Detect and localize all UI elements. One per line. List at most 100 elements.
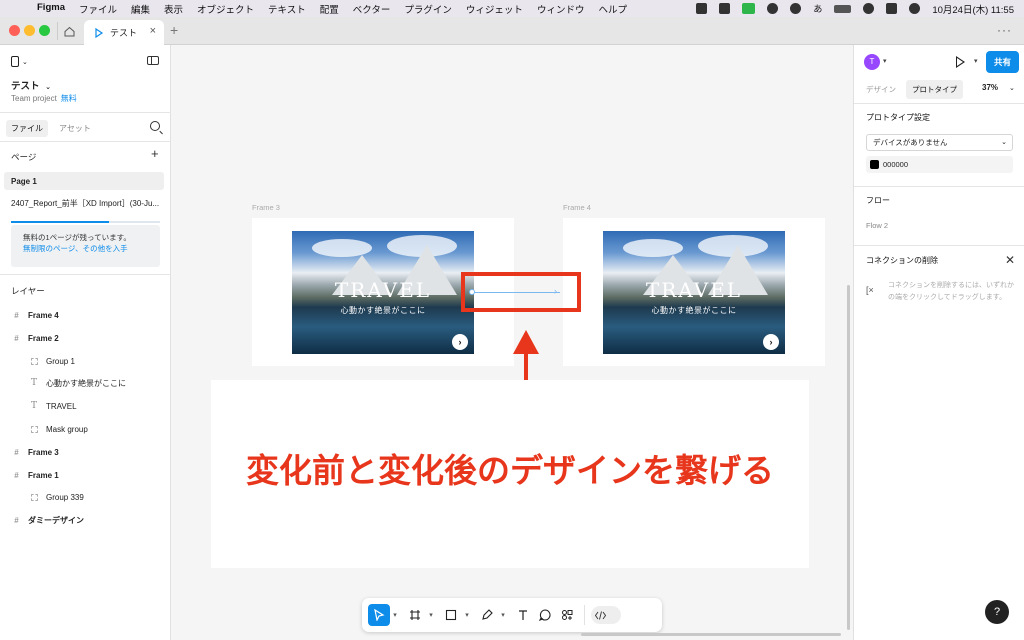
prototype-settings-heading: プロトタイプ設定 xyxy=(866,113,930,122)
share-button[interactable]: 共有 xyxy=(986,51,1019,73)
present-play-icon[interactable] xyxy=(956,56,965,68)
menu-object[interactable]: オブジェクト xyxy=(197,2,254,16)
rectangle-icon xyxy=(445,609,457,621)
file-name[interactable]: テスト ⌄ xyxy=(11,78,51,92)
tab-file[interactable]: ファイル xyxy=(6,120,48,137)
menu-vector[interactable]: ベクター xyxy=(353,2,391,16)
figma-status-icon[interactable] xyxy=(696,3,708,14)
frame-4[interactable]: TRAVEL 心動かす絶景がここに › xyxy=(563,218,825,366)
layer-row[interactable]: Mask group xyxy=(0,419,170,439)
control-center-icon[interactable] xyxy=(886,3,898,14)
wifi-icon[interactable] xyxy=(863,3,875,14)
layer-row[interactable]: T TRAVEL xyxy=(0,396,170,416)
menu-text[interactable]: テキスト xyxy=(268,2,306,16)
page-item[interactable]: Page 1 xyxy=(4,172,164,190)
shape-tool-button[interactable] xyxy=(440,604,462,626)
main-menu-button[interactable]: ⌄ xyxy=(11,56,28,67)
chevron-down-icon[interactable]: ⌄ xyxy=(1009,84,1015,92)
more-options-icon[interactable]: ··· xyxy=(997,23,1012,37)
horizontal-scrollbar[interactable] xyxy=(581,633,841,636)
canvas[interactable]: Frame 3 TRAVEL 心動かす絶景がここに › Frame 4 TRAV… xyxy=(171,45,853,640)
tab-design[interactable]: デザイン xyxy=(860,80,902,99)
flow-item[interactable]: Flow 2 xyxy=(866,221,888,230)
menu-arrange[interactable]: 配置 xyxy=(320,2,339,16)
color-swatch[interactable] xyxy=(870,160,879,169)
device-select[interactable]: デバイスがありません ⌄ xyxy=(866,134,1013,151)
minimize-window-button[interactable] xyxy=(24,25,35,36)
chevron-down-icon[interactable]: ▾ xyxy=(390,611,400,619)
background-color-field[interactable]: 000000 xyxy=(866,156,1013,173)
ime-indicator[interactable]: あ xyxy=(813,2,822,15)
siri-icon[interactable] xyxy=(909,3,921,14)
close-icon[interactable]: ✕ xyxy=(1005,253,1015,267)
hero-image[interactable]: TRAVEL 心動かす絶景がここに › xyxy=(292,231,474,354)
layer-row[interactable]: # ダミーデザイン xyxy=(0,510,170,530)
help-button[interactable]: ? xyxy=(985,600,1009,624)
chevron-down-icon[interactable]: ▾ xyxy=(498,611,508,619)
status-area: あ 10月24日(木) 11:55 xyxy=(696,0,1014,17)
tab-prototype[interactable]: プロトタイプ xyxy=(906,80,963,99)
hero-image[interactable]: TRAVEL 心動かす絶景がここに › xyxy=(603,231,785,354)
dummy-design-frame[interactable]: 変化前と変化後のデザインを繋げる xyxy=(211,380,809,568)
text-tool-button[interactable] xyxy=(512,604,534,626)
battery-icon[interactable] xyxy=(834,4,852,13)
chevron-down-icon[interactable]: ▾ xyxy=(883,57,887,65)
menu-app-name[interactable]: Figma xyxy=(37,2,65,16)
close-window-button[interactable] xyxy=(9,25,20,36)
drive-status-icon[interactable] xyxy=(719,3,731,14)
divider xyxy=(0,112,171,113)
layer-row[interactable]: Group 339 xyxy=(0,487,170,507)
layer-row[interactable]: Group 1 xyxy=(0,351,170,371)
layer-row[interactable]: # Frame 3 xyxy=(0,442,170,462)
menu-edit[interactable]: 編集 xyxy=(131,2,150,16)
search-icon[interactable] xyxy=(150,121,160,131)
page-item[interactable]: 2407_Report_前半［XD Import］(30-Ju... xyxy=(4,194,164,212)
close-tab-icon[interactable]: × xyxy=(150,25,156,37)
dev-mode-toggle[interactable] xyxy=(591,606,621,624)
menubar-clock[interactable]: 10月24日(木) 11:55 xyxy=(932,2,1014,16)
move-tool-button[interactable] xyxy=(368,604,390,626)
menu-file[interactable]: ファイル xyxy=(79,2,117,16)
avatar[interactable]: T xyxy=(864,54,880,70)
delete-connection-heading: コネクションの削除 xyxy=(866,256,938,265)
next-arrow-button[interactable]: › xyxy=(763,334,779,350)
layer-row[interactable]: # Frame 2 xyxy=(0,328,170,348)
home-tab[interactable] xyxy=(57,20,82,42)
menu-plugins[interactable]: プラグイン xyxy=(404,2,452,16)
frame-tool-button[interactable] xyxy=(404,604,426,626)
menu-view[interactable]: 表示 xyxy=(164,2,183,16)
actions-tool-button[interactable] xyxy=(556,604,578,626)
frame4-label[interactable]: Frame 4 xyxy=(563,203,591,212)
file-tab[interactable]: テスト × xyxy=(84,20,164,45)
chevron-down-icon[interactable]: ▾ xyxy=(462,611,472,619)
upsell-box: 無料の1ページが残っています。 無制限のページ、その他を入手 xyxy=(11,225,160,267)
play-status-icon[interactable] xyxy=(767,3,779,14)
tab-assets[interactable]: アセット xyxy=(54,120,96,137)
chevron-down-icon: ⌄ xyxy=(22,58,28,66)
next-arrow-button[interactable]: › xyxy=(452,334,468,350)
comment-tool-button[interactable] xyxy=(534,604,556,626)
maximize-window-button[interactable] xyxy=(39,25,50,36)
plan-badge[interactable]: 無料 xyxy=(61,94,77,103)
zoom-level[interactable]: 37% xyxy=(982,83,998,92)
line-status-icon[interactable] xyxy=(742,3,756,14)
new-tab-button[interactable]: + xyxy=(170,22,178,38)
layer-row[interactable]: T 心動かす絶景がここに xyxy=(0,373,170,393)
chevron-down-icon[interactable]: ▾ xyxy=(974,57,978,65)
layer-row[interactable]: # Frame 4 xyxy=(0,305,170,325)
vertical-scrollbar[interactable] xyxy=(847,285,850,630)
sidebar-toggle-icon[interactable] xyxy=(147,56,159,65)
add-page-icon[interactable]: + xyxy=(151,146,159,161)
menu-window[interactable]: ウィンドウ xyxy=(537,2,585,16)
hero-title: TRAVEL xyxy=(645,278,743,302)
frame3-label[interactable]: Frame 3 xyxy=(252,203,280,212)
group-icon xyxy=(31,425,38,433)
chevron-down-icon[interactable]: ▾ xyxy=(426,611,436,619)
pen-tool-button[interactable] xyxy=(476,604,498,626)
layer-name: Group 1 xyxy=(46,356,75,366)
upsell-link[interactable]: 無制限のページ、その他を入手 xyxy=(23,243,160,254)
clock-status-icon[interactable] xyxy=(790,3,802,14)
menu-help[interactable]: ヘルプ xyxy=(598,2,627,16)
menu-widgets[interactable]: ウィジェット xyxy=(466,2,523,16)
layer-row[interactable]: # Frame 1 xyxy=(0,465,170,485)
